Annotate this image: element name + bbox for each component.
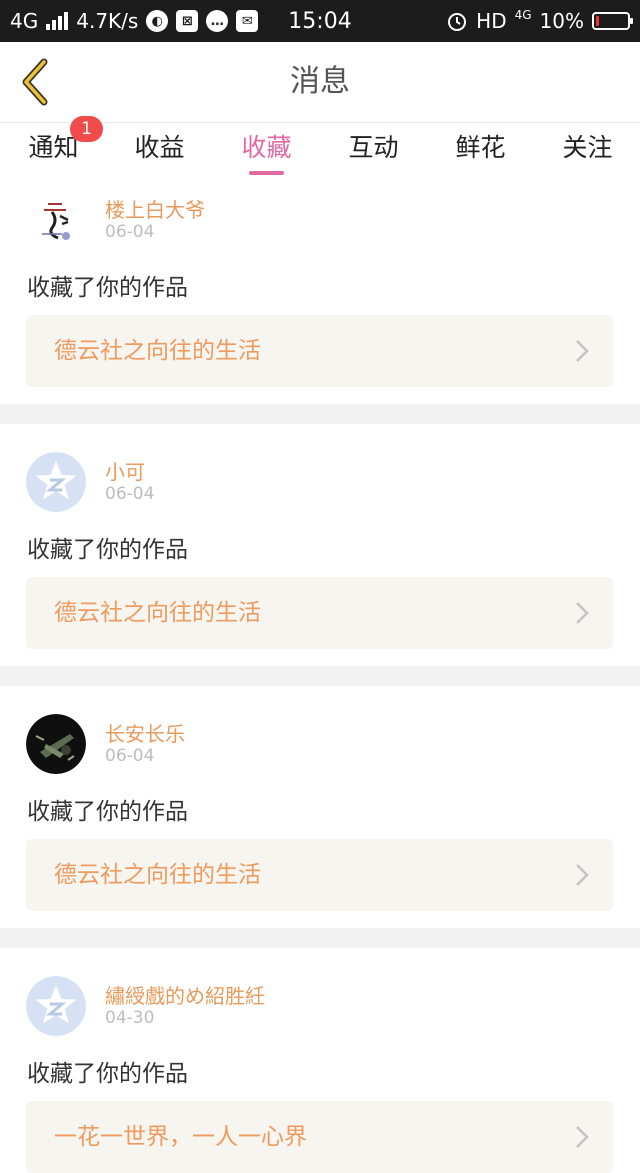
message-item: 繡綬戲的め紹胜紝 04-30 收藏了你的作品 一花一世界，一人一心界 [0, 948, 640, 1173]
dark-photo-avatar-icon [26, 714, 86, 774]
avatar[interactable] [26, 976, 86, 1036]
work-title: 德云社之向往的生活 [54, 862, 261, 888]
active-tab-indicator [249, 171, 284, 175]
chevron-right-icon [576, 340, 589, 362]
message-list: 楼上白大爷 06-04 收藏了你的作品 德云社之向往的生活 小可 06-04 收… [0, 182, 640, 1173]
message-item: 小可 06-04 收藏了你的作品 德云社之向往的生活 [0, 424, 640, 666]
tab-label: 鲜花 [455, 133, 506, 162]
message-date: 06-04 [105, 222, 155, 242]
tab-label: 通知 [28, 133, 79, 162]
chevron-right-icon [576, 602, 589, 624]
battery-fill [596, 16, 599, 26]
tab-favorites[interactable]: 收藏 [213, 123, 320, 181]
status-bar: 4G 4.7K/s ◐ ⊠ … ✉ 15:04 HD 4G 10% [0, 0, 640, 42]
tab-notifications[interactable]: 通知 1 [0, 116, 107, 181]
action-text: 收藏了你的作品 [27, 799, 188, 825]
message-date: 06-04 [105, 484, 155, 504]
username[interactable]: 楼上白大爷 [105, 194, 205, 223]
divider [0, 404, 640, 424]
avatar[interactable] [26, 714, 86, 774]
time-text: 15:04 [288, 8, 352, 34]
alarm-icon [448, 13, 467, 31]
work-card[interactable]: 一花一世界，一人一心界 [26, 1101, 613, 1173]
calligraphy-avatar-icon [26, 190, 86, 250]
tab-label: 互动 [348, 133, 399, 162]
avatar[interactable] [26, 452, 86, 512]
action-text: 收藏了你的作品 [27, 275, 188, 301]
tab-interactions[interactable]: 互动 [320, 123, 427, 181]
tab-label: 关注 [562, 133, 613, 162]
default-z-avatar-icon [26, 452, 86, 512]
username[interactable]: 小可 [105, 456, 145, 485]
work-card[interactable]: 德云社之向往的生活 [26, 315, 613, 387]
divider [0, 666, 640, 686]
username[interactable]: 繡綬戲的め紹胜紝 [105, 980, 265, 1009]
page-title: 消息 [290, 64, 350, 99]
work-title: 德云社之向往的生活 [54, 338, 261, 364]
divider [0, 928, 640, 948]
tab-bar: 通知 1 收益 收藏 互动 鲜花 关注 [0, 116, 640, 181]
message-date: 04-30 [105, 1008, 155, 1028]
hd-label: HD [476, 9, 507, 33]
tab-following[interactable]: 关注 [534, 123, 640, 181]
tab-label: 收藏 [241, 133, 292, 162]
work-title: 德云社之向往的生活 [54, 600, 261, 626]
battery-icon [592, 12, 633, 30]
status-right: HD 4G 10% [446, 0, 633, 42]
chevron-right-icon [576, 864, 589, 886]
network-type-2: 4G [514, 8, 532, 22]
tab-earnings[interactable]: 收益 [106, 123, 213, 181]
work-card[interactable]: 德云社之向往的生活 [26, 839, 613, 911]
action-text: 收藏了你的作品 [27, 1061, 188, 1087]
avatar[interactable] [26, 190, 86, 250]
work-title: 一花一世界，一人一心界 [54, 1124, 307, 1150]
message-item: 长安长乐 06-04 收藏了你的作品 德云社之向往的生活 [0, 686, 640, 928]
message-date: 06-04 [105, 746, 155, 766]
message-item: 楼上白大爷 06-04 收藏了你的作品 德云社之向往的生活 [0, 182, 640, 404]
header-bar: 消息 [0, 42, 640, 123]
chevron-right-icon [576, 1126, 589, 1148]
unread-badge: 1 [70, 116, 103, 142]
action-text: 收藏了你的作品 [27, 537, 188, 563]
work-card[interactable]: 德云社之向往的生活 [26, 577, 613, 649]
default-z-avatar-icon [26, 976, 86, 1036]
battery-text: 10% [539, 9, 584, 33]
username[interactable]: 长安长乐 [105, 718, 185, 747]
tab-flowers[interactable]: 鲜花 [427, 123, 534, 181]
tab-label: 收益 [134, 133, 185, 162]
